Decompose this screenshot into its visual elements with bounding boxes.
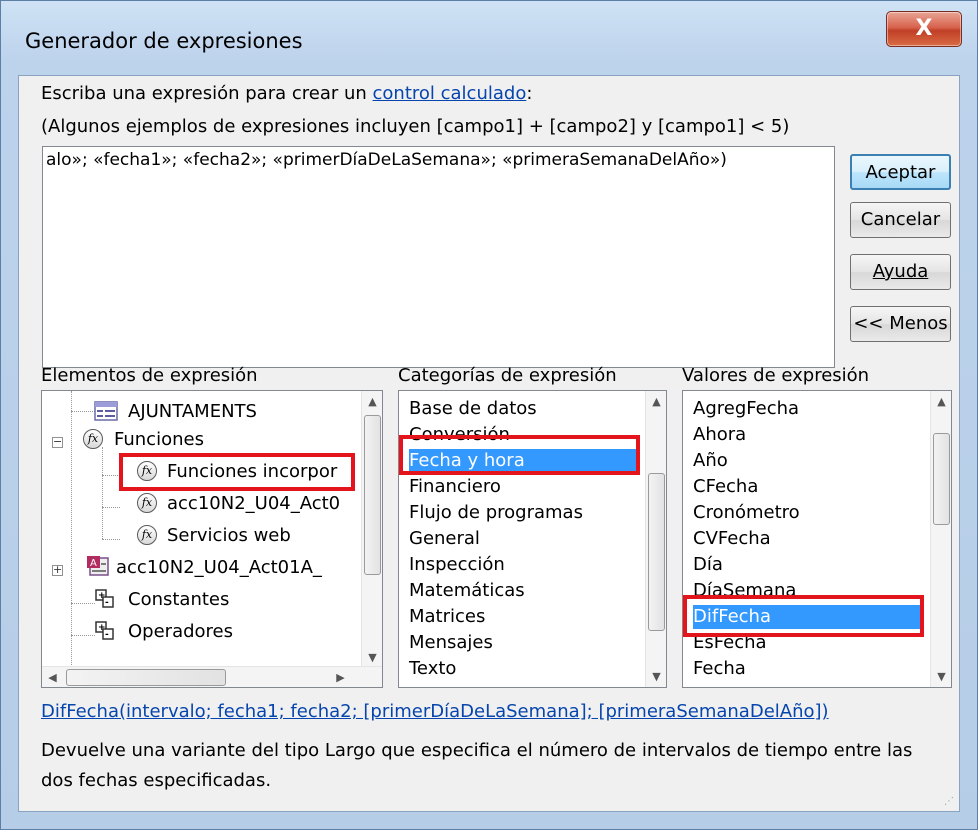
- window-title: Generador de expresiones: [25, 29, 303, 53]
- resize-grip-icon[interactable]: ⋰: [944, 796, 956, 808]
- collapse-icon[interactable]: −: [52, 436, 63, 448]
- categoria-item[interactable]: Financiero: [409, 475, 636, 499]
- valores-label: Valores de expresión: [682, 365, 870, 386]
- valor-item[interactable]: AgregFecha: [693, 397, 920, 421]
- categoria-item[interactable]: Flujo de programas: [409, 501, 636, 525]
- tree-item-label: AJUNTAMENTS: [128, 401, 257, 422]
- categorias-label: Categorías de expresión: [398, 365, 617, 386]
- tree-line: [71, 391, 72, 667]
- valor-item[interactable]: Fecha: [693, 657, 920, 681]
- instructions-suffix: :: [526, 83, 533, 104]
- table-icon: [94, 401, 118, 421]
- ayuda-button[interactable]: Ayuda: [850, 254, 951, 290]
- tree-line: [71, 635, 95, 636]
- tree-line: [102, 507, 120, 508]
- close-button[interactable]: X: [886, 11, 962, 47]
- highlight-box: [683, 595, 924, 637]
- fx-icon: fx: [137, 493, 157, 513]
- tree-line: [71, 411, 95, 412]
- svg-text:-: -: [105, 598, 109, 608]
- valores-vertical-scrollbar[interactable]: ▲ ▼: [930, 391, 951, 687]
- scroll-thumb[interactable]: [66, 669, 226, 686]
- categoria-item[interactable]: Texto: [409, 657, 636, 681]
- scroll-down-icon[interactable]: ▼: [646, 666, 666, 687]
- aceptar-button[interactable]: Aceptar: [850, 154, 951, 190]
- categoria-item[interactable]: Base de datos: [409, 397, 636, 421]
- operators-icon: + -: [95, 621, 114, 640]
- valor-item[interactable]: CFecha: [693, 475, 920, 499]
- valores-list[interactable]: AgregFecha Ahora Año CFecha Cronómetro CVFech…: [682, 390, 952, 688]
- close-icon: X: [915, 16, 933, 41]
- instructions-line-2: (Algunos ejemplos de expresiones incluye…: [41, 116, 790, 137]
- scroll-down-icon[interactable]: ▼: [362, 647, 382, 668]
- scroll-down-icon[interactable]: ▼: [931, 666, 951, 687]
- instructions-line-1: Escriba una expresión para crear un cont…: [41, 83, 532, 104]
- svg-text:A: A: [90, 558, 97, 569]
- scroll-thumb[interactable]: [933, 433, 950, 525]
- tree-line: [102, 447, 103, 539]
- valor-item[interactable]: Ahora: [693, 423, 920, 447]
- fx-icon: fx: [137, 525, 157, 545]
- expand-icon[interactable]: +: [52, 564, 63, 576]
- categoria-item[interactable]: Inspección: [409, 553, 636, 577]
- elementos-label: Elementos de expresión: [41, 365, 258, 386]
- cancelar-button[interactable]: Cancelar: [850, 202, 951, 238]
- categorias-vertical-scrollbar[interactable]: ▲ ▼: [645, 391, 666, 687]
- scroll-up-icon[interactable]: ▲: [362, 391, 382, 412]
- valor-item[interactable]: Día: [693, 553, 920, 577]
- scroll-thumb[interactable]: [648, 473, 665, 631]
- valor-item[interactable]: Cronómetro: [693, 501, 920, 525]
- scroll-thumb[interactable]: [364, 415, 381, 575]
- menos-button[interactable]: << Menos: [850, 306, 951, 342]
- instructions-prefix: Escriba una expresión para crear un: [41, 83, 373, 104]
- scroll-up-icon[interactable]: ▲: [931, 391, 951, 412]
- expression-input[interactable]: alo»; «fecha1»; «fecha2»; «primerDíaDeLa…: [42, 146, 835, 368]
- valor-item[interactable]: Año: [693, 449, 920, 473]
- dialog-window: Generador de expresiones X Escriba una e…: [0, 0, 978, 830]
- elementos-vertical-scrollbar[interactable]: ▲ ▼: [361, 391, 382, 668]
- ayuda-label: Ayuda: [872, 261, 929, 282]
- categorias-list[interactable]: Base de datos Conversión Fecha y hora Finan…: [398, 390, 667, 688]
- elementos-horizontal-scrollbar[interactable]: ◀ ▶: [42, 666, 382, 687]
- dialog-client-area: Escriba una expresión para crear un cont…: [18, 75, 960, 812]
- tree-item-label: acc10N2_U04_Act0: [167, 493, 341, 514]
- function-description: Devuelve una variante del tipo Largo que…: [41, 740, 913, 791]
- highlight-box: [119, 453, 355, 491]
- tree-line: [71, 603, 95, 604]
- function-syntax-link[interactable]: DifFecha(intervalo; fecha1; fecha2; [pri…: [41, 701, 829, 722]
- calculated-control-link[interactable]: control calculado: [373, 83, 527, 104]
- tree-line: [102, 475, 120, 476]
- scroll-left-icon[interactable]: ◀: [42, 667, 63, 687]
- fx-icon: fx: [83, 429, 103, 449]
- tree-item-label: acc10N2_U04_Act01A_: [116, 557, 322, 578]
- tree-item-label: Servicios web: [167, 525, 291, 546]
- valor-item[interactable]: CVFecha: [693, 527, 920, 551]
- highlight-box: [399, 435, 640, 475]
- categoria-item[interactable]: Matrices: [409, 605, 636, 629]
- title-bar[interactable]: Generador de expresiones X: [1, 1, 977, 75]
- tree-line: [102, 539, 120, 540]
- form-icon: A: [87, 556, 109, 576]
- expression-value: alo»; «fecha1»; «fecha2»; «primerDíaDeLa…: [46, 150, 727, 170]
- tree-item-label: Operadores: [128, 621, 233, 642]
- scroll-right-icon[interactable]: ▶: [330, 667, 351, 687]
- scroll-up-icon[interactable]: ▲: [646, 391, 666, 412]
- svg-text:-: -: [105, 630, 109, 640]
- categoria-item[interactable]: Mensajes: [409, 631, 636, 655]
- categoria-item[interactable]: Matemáticas: [409, 579, 636, 603]
- tree-item-label: Constantes: [128, 589, 230, 610]
- categoria-item[interactable]: General: [409, 527, 636, 551]
- elementos-tree[interactable]: AJUNTAMENTS − fx Funciones fx Funciones …: [41, 390, 383, 688]
- constants-icon: + -: [95, 589, 114, 608]
- tree-item-label: Funciones: [114, 429, 204, 450]
